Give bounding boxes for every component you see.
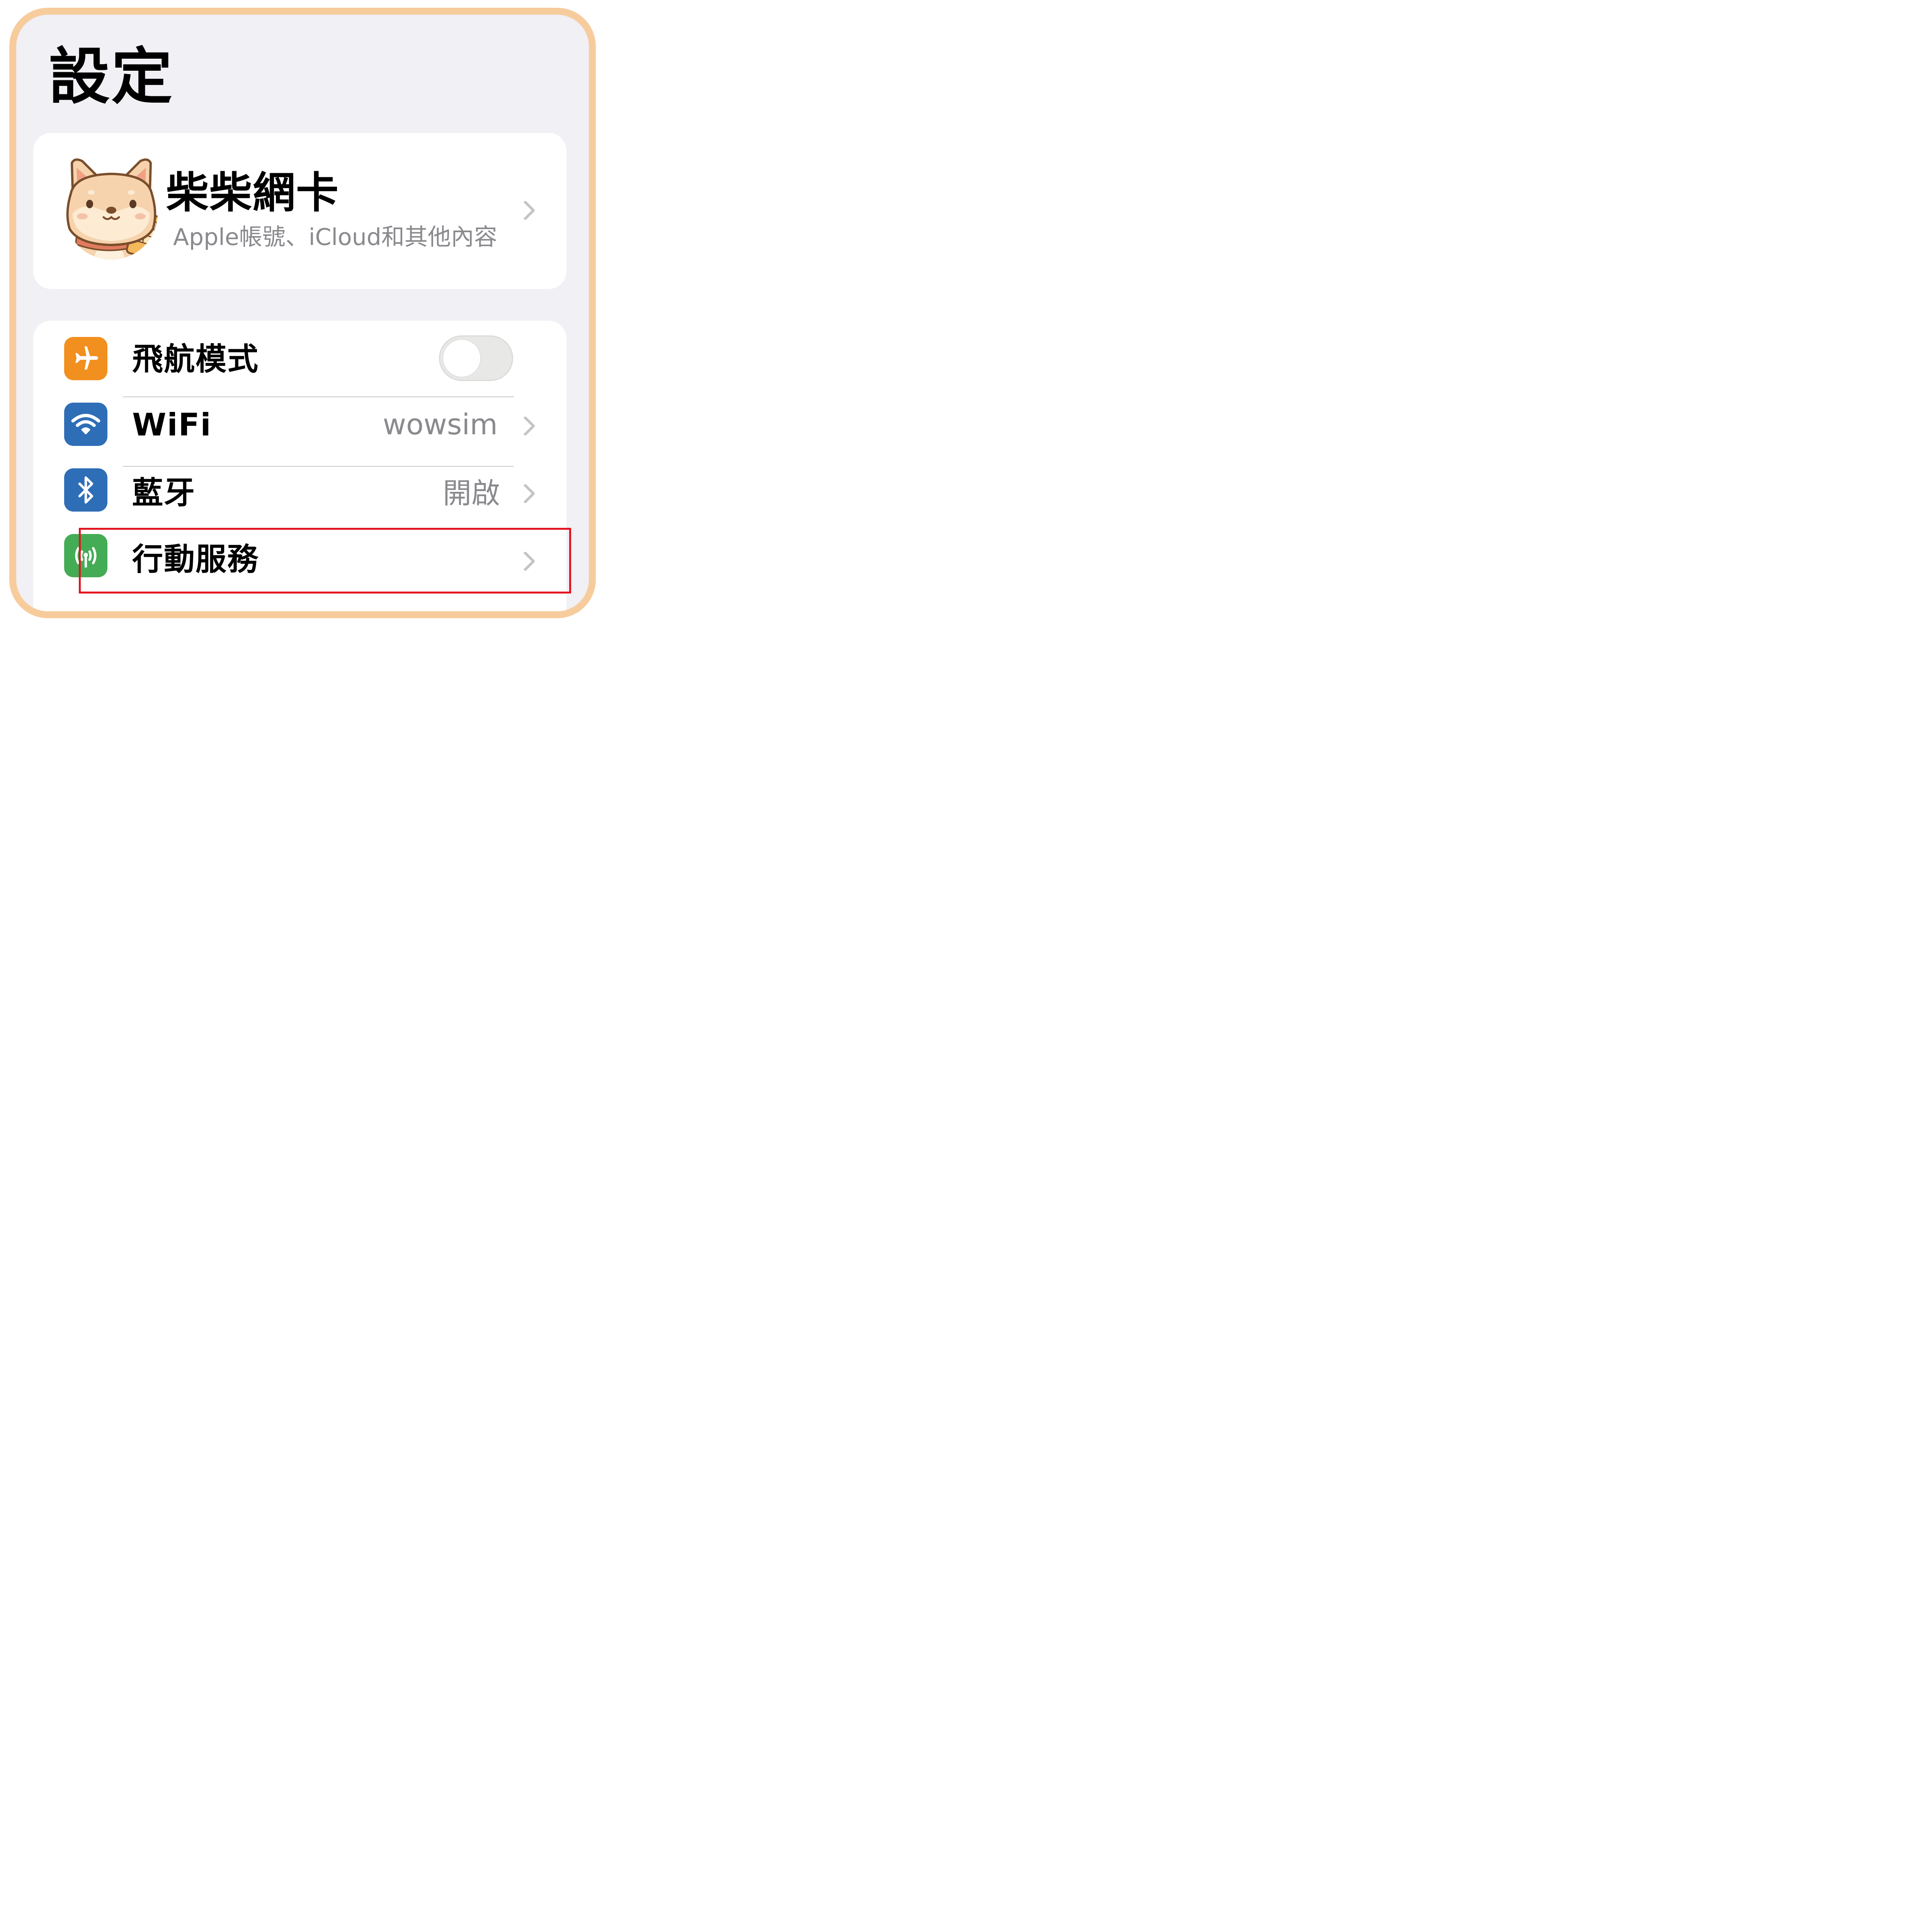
profile-card[interactable]: 柴柴網卡 Apple帳號、iCloud和其他內容 xyxy=(33,133,566,289)
divider xyxy=(123,396,514,397)
wifi-icon xyxy=(64,403,107,446)
divider xyxy=(123,466,514,467)
chevron-right-icon xyxy=(515,200,536,221)
profile-name: 柴柴網卡 xyxy=(166,168,339,218)
wifi-network-name: wowsim xyxy=(383,408,498,441)
page-title: 設定 xyxy=(49,41,174,112)
highlight-box xyxy=(79,528,571,594)
chevron-right-icon xyxy=(515,483,536,504)
settings-group: 飛航模式 WiFi wowsim 藍牙 開啟 行動服務 xyxy=(33,321,571,611)
bluetooth-icon xyxy=(64,468,107,512)
toggle-knob xyxy=(442,339,481,378)
bluetooth-label: 藍牙 xyxy=(132,475,196,511)
airplane-mode-label: 飛航模式 xyxy=(132,341,259,377)
airplane-mode-toggle[interactable] xyxy=(439,335,513,381)
wifi-label: WiFi xyxy=(132,407,212,443)
shiba-dog-avatar-icon xyxy=(66,158,158,260)
bluetooth-status: 開啟 xyxy=(443,477,500,510)
phone-frame: 設定 柴柴網卡 Apple帳號、iCloud和其他內容 飛航模式 WiFi wo… xyxy=(9,8,596,618)
airplane-icon xyxy=(64,337,107,380)
profile-subtitle: Apple帳號、iCloud和其他內容 xyxy=(173,224,497,251)
chevron-right-icon xyxy=(515,416,536,436)
